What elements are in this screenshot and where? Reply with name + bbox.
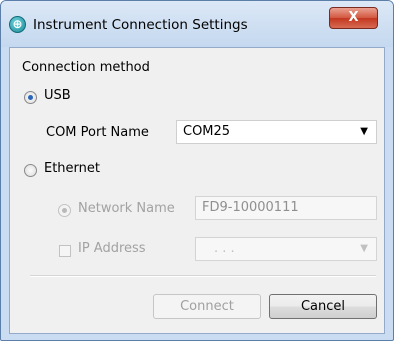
- app-icon: ⊕: [9, 16, 26, 33]
- ip-address-value: . . .: [214, 241, 235, 256]
- chevron-down-icon: ▼: [360, 126, 368, 137]
- cancel-button[interactable]: Cancel: [269, 294, 377, 319]
- dialog-window: ⊕ Instrument Connection Settings X Conne…: [0, 0, 394, 341]
- window-title: Instrument Connection Settings: [33, 17, 248, 33]
- usb-radio[interactable]: [24, 91, 37, 104]
- usb-label[interactable]: USB: [44, 88, 71, 103]
- close-button[interactable]: X: [329, 7, 378, 29]
- network-name-input[interactable]: FD9-10000111: [195, 196, 377, 220]
- connect-button[interactable]: Connect: [153, 294, 261, 319]
- divider: [30, 275, 376, 277]
- com-port-value: COM25: [183, 124, 231, 139]
- network-name-label: Network Name: [78, 201, 175, 216]
- ethernet-radio[interactable]: [24, 164, 37, 177]
- ip-address-checkbox[interactable]: [59, 245, 71, 257]
- com-port-select[interactable]: COM25 ▼: [176, 120, 377, 144]
- ip-address-input[interactable]: . . . ▼: [195, 237, 377, 261]
- com-port-label: COM Port Name: [46, 125, 149, 140]
- dialog-body: Connection method USB COM Port Name COM2…: [9, 47, 385, 334]
- ethernet-label[interactable]: Ethernet: [44, 161, 100, 176]
- ip-address-label: IP Address: [78, 241, 146, 256]
- connection-method-label: Connection method: [22, 60, 150, 75]
- chevron-down-icon: ▼: [360, 243, 368, 254]
- network-name-value: FD9-10000111: [202, 200, 299, 215]
- title-bar[interactable]: ⊕ Instrument Connection Settings X: [1, 1, 393, 47]
- network-name-radio[interactable]: [58, 204, 71, 217]
